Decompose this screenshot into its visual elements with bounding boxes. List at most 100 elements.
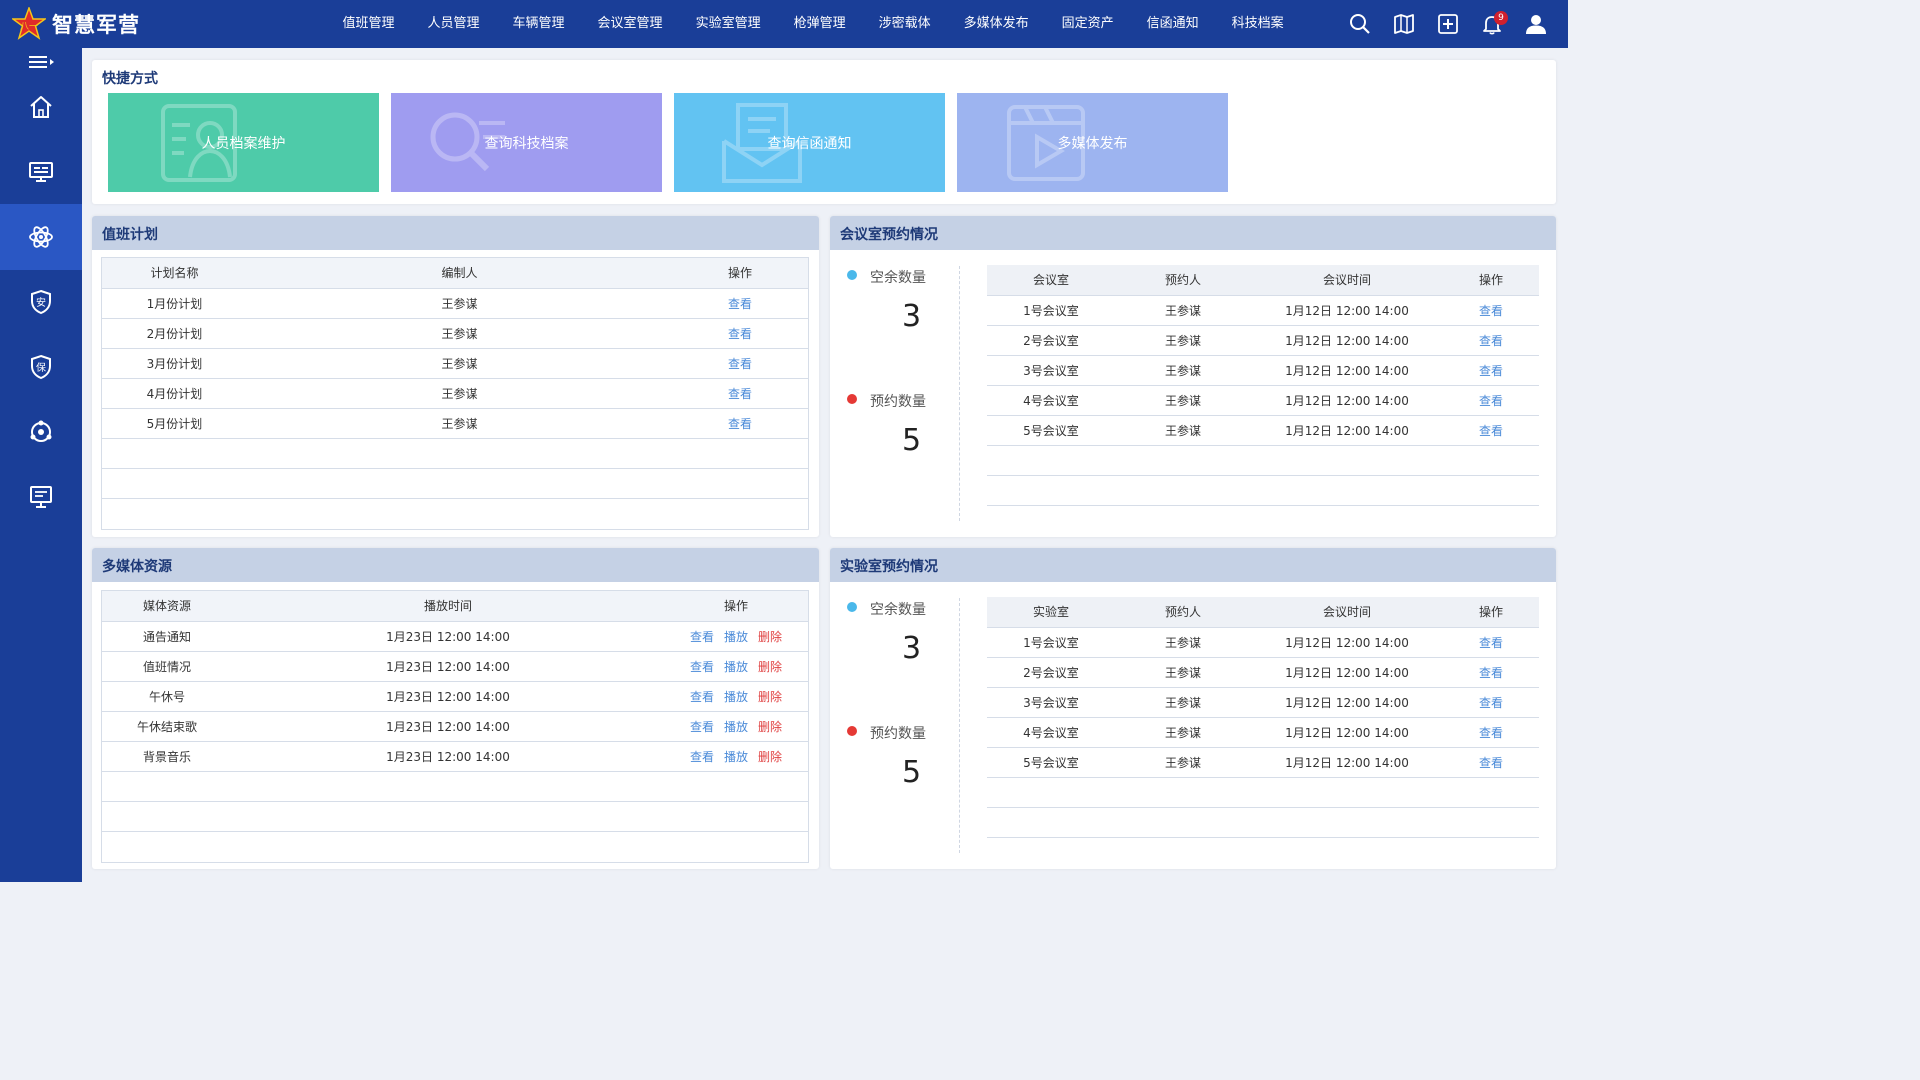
view-link[interactable]: 查看 <box>728 417 752 431</box>
view-link[interactable]: 查看 <box>1479 334 1503 348</box>
cell-author: 王参谋 <box>247 288 672 319</box>
multimedia-panel: 多媒体资源 媒体资源 播放时间 操作 通告通知 1月23日 12:00 14:00… <box>92 548 819 869</box>
view-link[interactable]: 查看 <box>690 690 714 704</box>
view-link[interactable]: 查看 <box>1479 726 1503 740</box>
nav-classified-media[interactable]: 涉密载体 <box>862 0 947 48</box>
cell-person: 王参谋 <box>1115 717 1251 748</box>
cell-time: 1月12日 12:00 14:00 <box>1251 717 1443 748</box>
empty-row <box>102 438 808 469</box>
table-row: 2号会议室 王参谋 1月12日 12:00 14:00 查看 <box>987 325 1539 356</box>
empty-row <box>987 807 1539 838</box>
col-author: 编制人 <box>247 258 672 289</box>
sidebar-item-monitor[interactable] <box>0 139 82 205</box>
view-link[interactable]: 查看 <box>1479 304 1503 318</box>
col-person: 预约人 <box>1115 597 1251 628</box>
tile-label: 多媒体发布 <box>1057 135 1128 152</box>
play-link[interactable]: 播放 <box>724 720 748 734</box>
view-link[interactable]: 查看 <box>690 630 714 644</box>
play-link[interactable]: 播放 <box>724 630 748 644</box>
view-link[interactable]: 查看 <box>728 387 752 401</box>
panel-header: 多媒体资源 <box>92 548 819 582</box>
cell-room: 2号会议室 <box>987 325 1115 356</box>
table-row: 1月份计划 王参谋 查看 <box>102 288 808 319</box>
panel-header: 值班计划 <box>92 216 819 250</box>
cell-person: 王参谋 <box>1115 355 1251 386</box>
notification-badge: 9 <box>1494 11 1508 25</box>
cell-person: 王参谋 <box>1115 325 1251 356</box>
cell-play-time: 1月23日 12:00 14:00 <box>232 741 664 772</box>
sidebar-item-network[interactable] <box>0 399 82 465</box>
user-button[interactable] <box>1514 0 1558 48</box>
tile-personnel-files[interactable]: 人员档案维护 <box>108 93 379 192</box>
panel-title: 多媒体资源 <box>102 559 172 575</box>
nav-labs[interactable]: 实验室管理 <box>679 0 777 48</box>
cell-room: 2号会议室 <box>987 657 1115 688</box>
view-link[interactable]: 查看 <box>690 750 714 764</box>
cell-author: 王参谋 <box>247 318 672 349</box>
view-link[interactable]: 查看 <box>1479 666 1503 680</box>
view-link[interactable]: 查看 <box>728 297 752 311</box>
booked-value: 5 <box>902 755 922 790</box>
cell-play-time: 1月23日 12:00 14:00 <box>232 651 664 682</box>
nav-meeting-rooms[interactable]: 会议室管理 <box>581 0 679 48</box>
cell-author: 王参谋 <box>247 408 672 439</box>
sidebar-toggle[interactable] <box>28 53 56 71</box>
sidebar-item-security[interactable]: 保 <box>0 334 82 400</box>
sidebar-item-home[interactable] <box>0 74 82 140</box>
view-link[interactable]: 查看 <box>1479 364 1503 378</box>
view-link[interactable]: 查看 <box>690 720 714 734</box>
play-link[interactable]: 播放 <box>724 750 748 764</box>
nav-personnel[interactable]: 人员管理 <box>411 0 496 48</box>
nav-duty[interactable]: 值班管理 <box>326 0 411 48</box>
table-row: 4号会议室 王参谋 1月12日 12:00 14:00 查看 <box>987 717 1539 748</box>
nav-tech-archives[interactable]: 科技档案 <box>1215 0 1300 48</box>
table-row: 1号会议室 王参谋 1月12日 12:00 14:00 查看 <box>987 295 1539 326</box>
search-button[interactable] <box>1338 0 1382 48</box>
delete-link[interactable]: 删除 <box>758 690 782 704</box>
cell-time: 1月12日 12:00 14:00 <box>1251 415 1443 446</box>
tile-letters[interactable]: 查询信函通知 <box>674 93 945 192</box>
duty-plan-panel: 值班计划 计划名称 编制人 操作 1月份计划 王参谋 查看 2月份计划 王参谋 查看 3… <box>92 216 819 537</box>
empty-row <box>102 498 808 528</box>
cell-person: 王参谋 <box>1115 747 1251 778</box>
sidebar-item-atom[interactable] <box>0 204 82 270</box>
delete-link[interactable]: 删除 <box>758 660 782 674</box>
tile-multimedia[interactable]: 多媒体发布 <box>957 93 1228 192</box>
play-link[interactable]: 播放 <box>724 690 748 704</box>
sidebar-item-safety[interactable]: 安 <box>0 269 82 335</box>
play-link[interactable]: 播放 <box>724 660 748 674</box>
delete-link[interactable]: 删除 <box>758 630 782 644</box>
view-link[interactable]: 查看 <box>1479 696 1503 710</box>
table-row: 3号会议室 王参谋 1月12日 12:00 14:00 查看 <box>987 355 1539 386</box>
sidebar-item-presentation[interactable] <box>0 464 82 530</box>
view-link[interactable]: 查看 <box>690 660 714 674</box>
lab-panel: 实验室预约情况 空余数量 3 预约数量 5 实验室 预约人 会议时间 操作 1号… <box>830 548 1556 869</box>
add-button[interactable] <box>1426 0 1470 48</box>
view-link[interactable]: 查看 <box>728 327 752 341</box>
nav-letters[interactable]: 信函通知 <box>1130 0 1215 48</box>
view-link[interactable]: 查看 <box>1479 636 1503 650</box>
quick-access-card: 快捷方式 人员档案维护 查询科技档案 查询信函通知 多媒体发布 <box>92 60 1556 204</box>
nav-vehicles[interactable]: 车辆管理 <box>496 0 581 48</box>
cell-media-name: 午休号 <box>102 681 232 712</box>
view-link[interactable]: 查看 <box>1479 756 1503 770</box>
col-plan-name: 计划名称 <box>102 258 247 289</box>
tile-tech-archives[interactable]: 查询科技档案 <box>391 93 662 192</box>
nav-fixed-assets[interactable]: 固定资产 <box>1045 0 1130 48</box>
cell-time: 1月12日 12:00 14:00 <box>1251 355 1443 386</box>
delete-link[interactable]: 删除 <box>758 750 782 764</box>
booked-value: 5 <box>902 423 922 458</box>
col-media: 媒体资源 <box>102 591 232 622</box>
view-link[interactable]: 查看 <box>1479 394 1503 408</box>
nav-arms[interactable]: 枪弹管理 <box>777 0 862 48</box>
notifications-button[interactable]: 9 <box>1470 0 1514 48</box>
cell-room: 3号会议室 <box>987 355 1115 386</box>
app-logo[interactable]: 八一 智慧军营 <box>12 7 140 41</box>
map-button[interactable] <box>1382 0 1426 48</box>
nav-multimedia[interactable]: 多媒体发布 <box>947 0 1045 48</box>
free-dot <box>847 602 857 612</box>
view-link[interactable]: 查看 <box>728 357 752 371</box>
duty-table: 计划名称 编制人 操作 1月份计划 王参谋 查看 2月份计划 王参谋 查看 3月份计划王… <box>102 258 808 528</box>
view-link[interactable]: 查看 <box>1479 424 1503 438</box>
delete-link[interactable]: 删除 <box>758 720 782 734</box>
